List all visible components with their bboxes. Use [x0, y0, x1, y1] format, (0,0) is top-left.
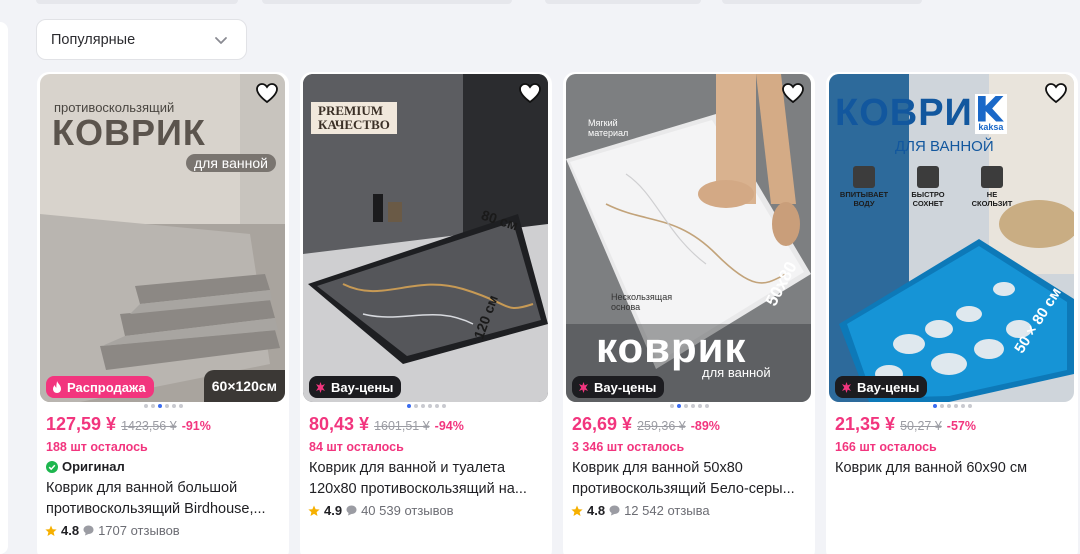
- discount: -94%: [434, 419, 464, 433]
- heart-icon[interactable]: [781, 82, 805, 104]
- price: 127,59 ¥: [46, 414, 117, 434]
- sparkle-icon: [316, 381, 325, 393]
- product-image[interactable]: Мягкий материал Нескользящая основа 50х80 …: [566, 74, 811, 402]
- product-card[interactable]: PREMIUM КАЧЕСТВО 80 см 120 см Вау-цены 8…: [300, 72, 552, 554]
- product-image[interactable]: PREMIUM КАЧЕСТВО 80 см 120 см Вау-цены: [303, 74, 548, 402]
- discount: -91%: [181, 419, 211, 433]
- stock-left: 166 шт осталось: [835, 440, 937, 454]
- rating-row: 4.8 12 542 отзыва: [571, 503, 710, 518]
- sparkle-icon: [842, 381, 851, 393]
- top-strip: [262, 0, 512, 4]
- sort-label: Популярные: [51, 31, 136, 48]
- title-line: Коврик для ванной 60х90 см: [835, 460, 1028, 476]
- image-dots: [826, 404, 1078, 408]
- price: 26,69 ¥: [572, 414, 633, 434]
- title-line: противоскользящий Бело-серы...: [572, 481, 795, 497]
- title-line: Коврик для ванной и туалета: [309, 460, 506, 476]
- promo-text-3: для ванной: [186, 154, 276, 172]
- promo-subtitle: для ванной: [702, 365, 771, 380]
- rating-row: 4.9 40 539 отзывов: [308, 503, 454, 518]
- price-row: 21,35 ¥ 50,27 ¥ -57%: [835, 414, 976, 435]
- fire-icon: [53, 381, 61, 393]
- sale-badge: Распродажа: [46, 376, 154, 398]
- product-card[interactable]: КОВРИ kaksa ДЛЯ ВАННОЙ ВПИТЫВАЕТ ВОДУ БЫС…: [826, 72, 1078, 554]
- original-text: Оригинал: [62, 459, 125, 474]
- title-line: противоскользящий Birdhouse,...: [46, 501, 266, 517]
- deal-badge: Вау-цены: [572, 376, 665, 398]
- premium-line: PREMIUM: [318, 103, 383, 118]
- old-price: 259,36 ¥: [637, 419, 686, 433]
- star-icon: [45, 525, 57, 536]
- deal-badge: Вау-цены: [835, 376, 928, 398]
- promo-text-2: КОВРИК: [52, 112, 206, 153]
- stock-left: 3 346 шт осталось: [572, 440, 685, 454]
- comment-icon: [609, 505, 620, 516]
- sparkle-icon: [579, 381, 588, 393]
- brand-logo: kaksa: [974, 93, 1007, 134]
- product-image[interactable]: противоскользящий КОВРИК для ванной 60×1…: [40, 74, 285, 402]
- old-price: 1423,56 ¥: [121, 419, 177, 433]
- image-dots: [563, 404, 815, 408]
- product-title[interactable]: Коврик для ванной 60х90 см: [835, 458, 1071, 479]
- heart-icon[interactable]: [255, 82, 279, 104]
- chevron-down-icon: [215, 37, 227, 44]
- rating-value: 4.9: [324, 503, 343, 518]
- deal-badge: Вау-цены: [309, 376, 402, 398]
- image-dots: [37, 404, 289, 408]
- feature-list: ВПИТЫВАЕТ ВОДУ БЫСТРО СОХНЕТ НЕ СКОЛЬЗИТ: [835, 166, 1021, 208]
- title-line: Коврик для ванной большой: [46, 480, 238, 496]
- old-price: 50,27 ¥: [900, 419, 942, 433]
- rating-value: 4.8: [587, 503, 606, 518]
- price: 21,35 ¥: [835, 414, 896, 434]
- price-row: 26,69 ¥ 259,36 ¥ -89%: [572, 414, 720, 435]
- check-circle-icon: [46, 460, 58, 473]
- old-price: 1601,51 ¥: [374, 419, 430, 433]
- product-card[interactable]: Мягкий материал Нескользящая основа 50х80 …: [563, 72, 815, 554]
- review-count: 40 539 отзывов: [361, 503, 454, 518]
- product-title[interactable]: Коврик для ванной большой противоскользя…: [46, 478, 282, 520]
- product-card[interactable]: противоскользящий КОВРИК для ванной 60×1…: [37, 72, 289, 554]
- discount: -89%: [690, 419, 720, 433]
- premium-label: PREMIUM КАЧЕСТВО: [311, 102, 397, 134]
- price: 80,43 ¥: [309, 414, 370, 434]
- stock-left: 84 шт осталось: [309, 440, 404, 454]
- badge-label: Вау-цены: [594, 379, 657, 395]
- badge-label: Распродажа: [67, 379, 146, 395]
- image-dots: [300, 404, 552, 408]
- feature-label: Нескользящая основа: [611, 292, 673, 312]
- feature-label: Мягкий материал: [588, 118, 629, 138]
- product-image[interactable]: КОВРИ kaksa ДЛЯ ВАННОЙ ВПИТЫВАЕТ ВОДУ БЫС…: [829, 74, 1074, 402]
- star-icon: [571, 505, 583, 516]
- comment-icon: [346, 505, 357, 516]
- comment-icon: [83, 525, 94, 536]
- review-count: 12 542 отзыва: [624, 503, 710, 518]
- price-row: 127,59 ¥ 1423,56 ¥ -91%: [46, 414, 211, 435]
- promo-title: КОВРИ kaksa: [835, 92, 1007, 135]
- heart-icon[interactable]: [518, 82, 542, 104]
- top-strip: [545, 0, 701, 4]
- product-title[interactable]: Коврик для ванной и туалета 120x80 проти…: [309, 458, 545, 500]
- stock-left: 188 шт осталось: [46, 440, 148, 454]
- heart-icon[interactable]: [1044, 82, 1068, 104]
- rating-row: 4.8 1707 отзывов: [45, 523, 180, 538]
- size-label: 60×120см: [203, 370, 285, 402]
- sort-dropdown[interactable]: Популярные: [36, 19, 247, 60]
- top-strip: [36, 0, 238, 4]
- premium-line: КАЧЕСТВО: [318, 117, 390, 132]
- promo-subtitle: ДЛЯ ВАННОЙ: [895, 138, 994, 155]
- top-strip: [722, 0, 922, 4]
- side-panel-edge: [0, 22, 8, 554]
- rating-value: 4.8: [61, 523, 80, 538]
- review-count: 1707 отзывов: [98, 523, 180, 538]
- original-label: Оригинал: [46, 459, 125, 474]
- product-title[interactable]: Коврик для ванной 50х80 противоскользящи…: [572, 458, 808, 500]
- badge-label: Вау-цены: [857, 379, 920, 395]
- title-line: 120x80 противоскользящий на...: [309, 481, 527, 497]
- title-line: Коврик для ванной 50х80: [572, 460, 743, 476]
- star-icon: [308, 505, 320, 516]
- badge-label: Вау-цены: [331, 379, 394, 395]
- price-row: 80,43 ¥ 1601,51 ¥ -94%: [309, 414, 464, 435]
- discount: -57%: [946, 419, 976, 433]
